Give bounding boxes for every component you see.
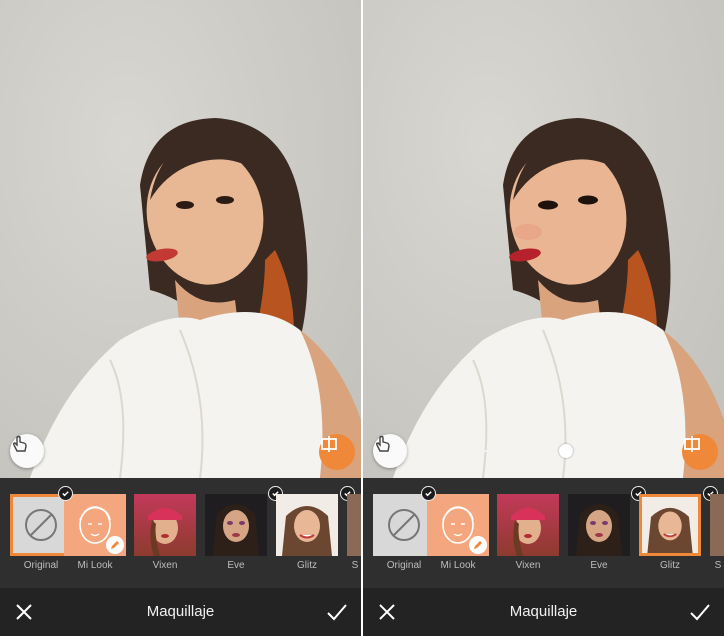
photo-canvas[interactable] — [0, 0, 361, 478]
look-tile-partial[interactable] — [347, 494, 361, 556]
look-tile-vixen[interactable] — [134, 494, 196, 556]
hand-touch-icon — [375, 435, 390, 452]
vixen-thumbnail — [148, 508, 182, 556]
look-label: Eve — [590, 560, 608, 571]
eve-thumbnail — [213, 504, 259, 556]
look-tile-eve[interactable] — [568, 494, 630, 556]
confirm-button[interactable] — [325, 600, 349, 624]
confirm-check-icon — [690, 604, 710, 621]
no-filter-icon — [388, 509, 420, 541]
look-tile-glitz[interactable] — [639, 494, 701, 556]
editor-panel-before: Original Mi Look Vixen Eve Glitz S Maqui… — [0, 0, 361, 636]
pencil-icon — [469, 536, 487, 554]
glitz-thumbnail — [282, 506, 332, 556]
bottom-bar: Maquillaje — [363, 588, 724, 636]
screen-title: Maquillaje — [146, 603, 215, 620]
look-tile-original[interactable] — [10, 494, 72, 556]
touch-adjust-button[interactable] — [373, 434, 407, 468]
intensity-slider[interactable] — [415, 444, 667, 458]
look-strip[interactable]: Original Mi Look Vixen Eve Glitz S — [363, 478, 724, 588]
eve-thumbnail — [576, 504, 622, 556]
vixen-thumbnail — [511, 508, 545, 556]
look-strip[interactable]: Original Mi Look Vixen Eve Glitz S — [0, 478, 361, 588]
check-icon — [421, 486, 436, 501]
look-tile-glitz[interactable] — [276, 494, 338, 556]
compare-button[interactable] — [319, 434, 355, 470]
look-tile-eve[interactable] — [205, 494, 267, 556]
portrait-image — [30, 118, 361, 478]
look-tile-mi-look[interactable] — [427, 494, 489, 556]
check-icon — [58, 486, 73, 501]
bottom-bar: Maquillaje — [0, 588, 361, 636]
look-tile-vixen[interactable] — [497, 494, 559, 556]
look-label: Eve — [227, 560, 245, 571]
confirm-check-icon — [327, 604, 347, 621]
look-tile-original[interactable] — [373, 494, 435, 556]
look-label: Mi Look — [440, 560, 476, 571]
touch-adjust-button[interactable] — [10, 434, 44, 468]
portrait-image — [393, 118, 724, 478]
compare-button[interactable] — [682, 434, 718, 470]
look-label: Vixen — [515, 560, 541, 571]
compare-icon — [684, 436, 700, 452]
photo-canvas[interactable] — [363, 0, 724, 478]
look-label: S — [714, 560, 722, 571]
hand-touch-icon — [12, 435, 27, 452]
confirm-button[interactable] — [688, 600, 712, 624]
look-tile-mi-look[interactable] — [64, 494, 126, 556]
glitz-thumbnail — [647, 507, 693, 553]
editor-panel-after: Original Mi Look Vixen Eve Glitz S Maqui… — [363, 0, 724, 636]
look-tile-partial[interactable] — [710, 494, 724, 556]
compare-icon — [321, 436, 337, 452]
look-label: S — [351, 560, 359, 571]
no-filter-icon — [25, 509, 57, 541]
pencil-icon — [106, 536, 124, 554]
look-label: Mi Look — [77, 560, 113, 571]
look-label: Vixen — [152, 560, 178, 571]
screen-title: Maquillaje — [509, 603, 578, 620]
